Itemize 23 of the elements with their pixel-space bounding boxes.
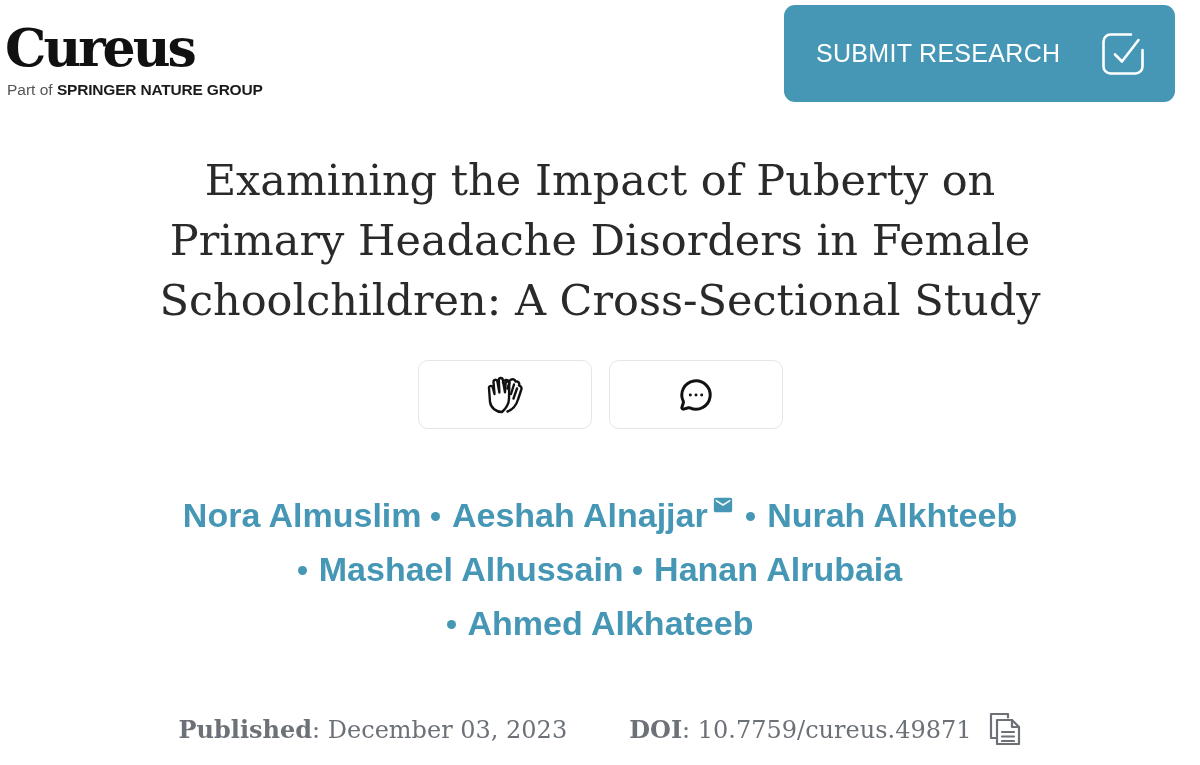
applaud-button[interactable]: [417, 360, 592, 429]
author-link[interactable]: Nurah Alkhteeb: [767, 496, 1018, 534]
doi-text: DOI: 10.7759/cureus.49871: [629, 714, 972, 744]
article-title: Examining the Impact of Puberty on Primary Headache Disorders in Female Schoolchildren: A Cross-Sectional Study: [158, 154, 1042, 327]
check-square-icon: [1101, 31, 1145, 76]
author-link[interactable]: Nora Almuslim: [182, 496, 422, 534]
logo-tagline: Part of SPRINGER NATURE GROUP: [7, 81, 263, 99]
site-logo[interactable]: Cureus: [5, 21, 194, 75]
comment-bubble-icon: [678, 377, 713, 412]
clapping-hands-icon: [486, 375, 523, 414]
bullet-icon: [430, 511, 440, 521]
author-link[interactable]: Aeshah Alnajjar: [451, 496, 708, 534]
author-link[interactable]: Mashael Alhussain: [318, 550, 624, 588]
bullet-icon: [446, 619, 456, 629]
bullet-icon: [297, 565, 307, 575]
author-link[interactable]: Ahmed Alkhateeb: [467, 604, 754, 642]
published-date: Published: December 03, 2023: [178, 714, 568, 744]
bullet-icon: [633, 565, 643, 575]
comment-button[interactable]: [608, 360, 783, 429]
copy-icon[interactable]: [989, 712, 1022, 746]
author-link[interactable]: Hanan Alrubaia: [654, 550, 903, 588]
bullet-icon: [746, 511, 756, 521]
submit-research-button[interactable]: SUBMIT RESEARCH: [784, 5, 1175, 102]
